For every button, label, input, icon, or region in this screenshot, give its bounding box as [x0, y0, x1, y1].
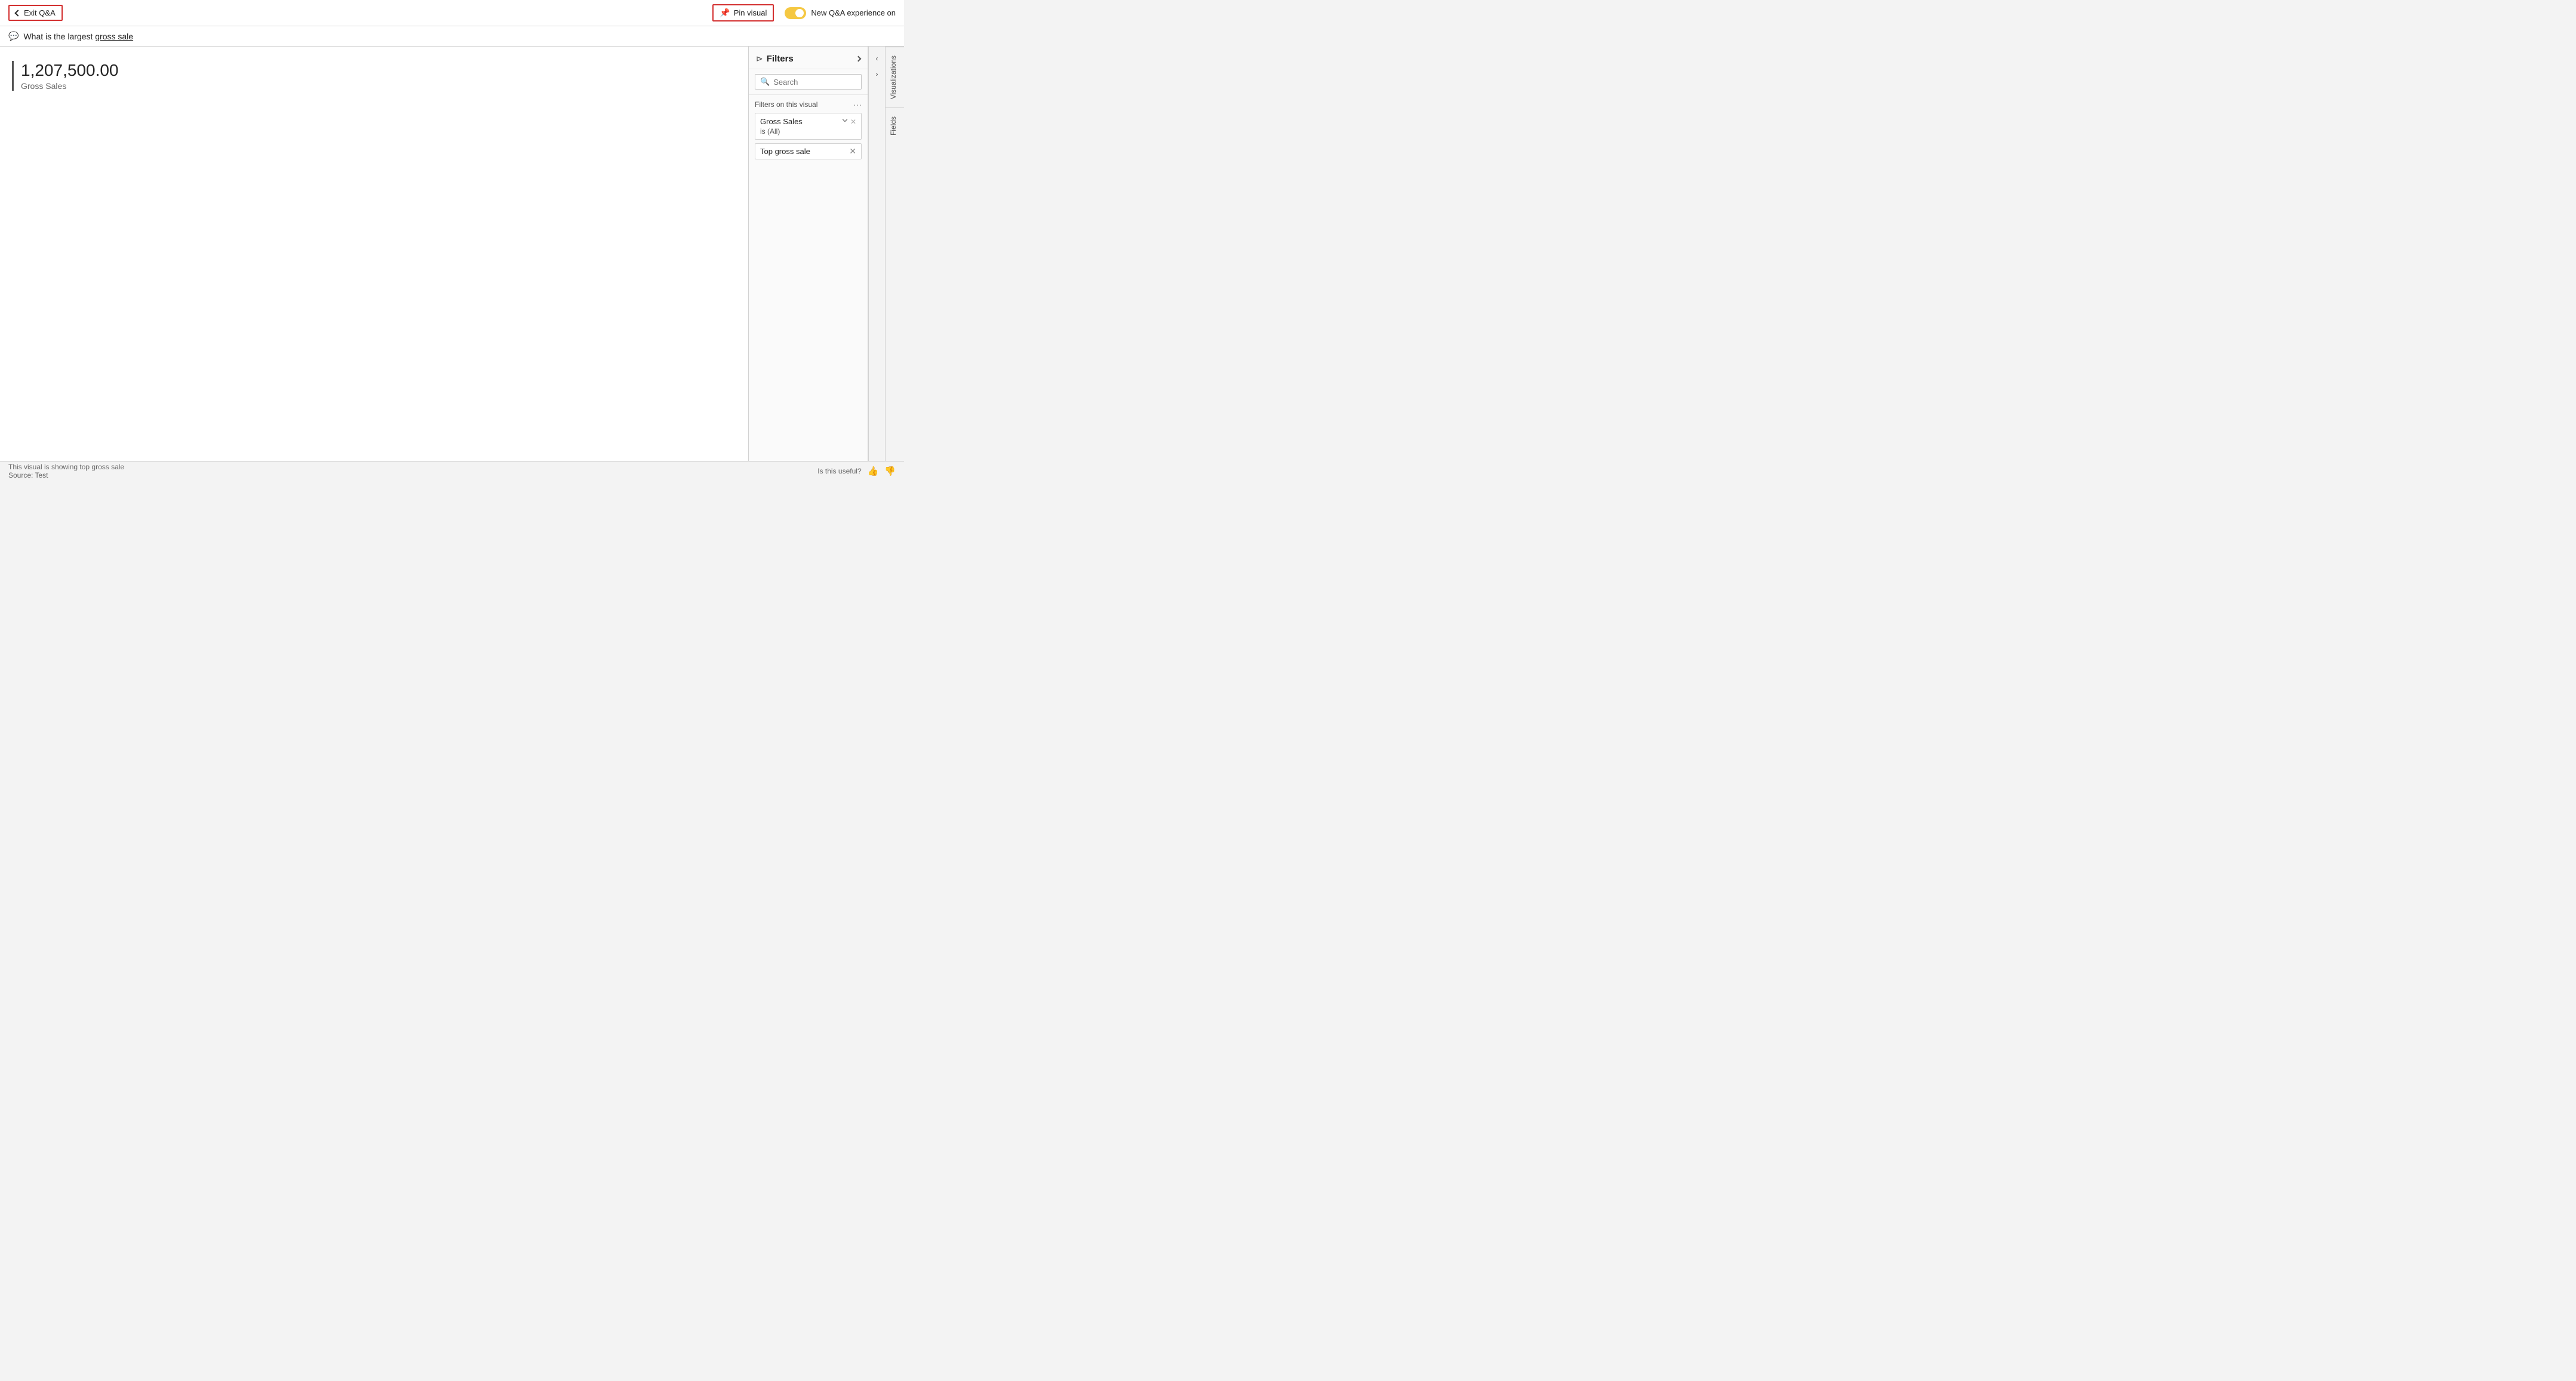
filter-clear-icon[interactable]: ✕ [850, 118, 856, 126]
filter-card-icons: ✕ [843, 118, 856, 126]
thumbs-up-button[interactable]: 👍 [868, 466, 879, 476]
qa-bar[interactable]: 💬 What is the largest gross sale [0, 26, 904, 47]
value-label: Gross Sales [21, 81, 736, 91]
filters-section: Filters on this visual ··· Gross Sales ✕… [749, 95, 868, 164]
filters-header: ⊳ Filters [749, 47, 868, 69]
filter-tag-label: Top gross sale [760, 147, 810, 156]
bottom-line2: Source: Test [8, 471, 124, 479]
side-tabs: Visualizations Fields [885, 47, 904, 461]
toggle-label: New Q&A experience on [811, 8, 896, 17]
value-display: 1,207,500.00 Gross Sales [12, 61, 736, 91]
filters-on-visual-label: Filters on this visual ··· [755, 100, 862, 109]
filters-search-area: 🔍 [749, 69, 868, 95]
visualizations-tab[interactable]: Visualizations [886, 47, 904, 107]
filter-tag-close-icon[interactable]: ✕ [849, 146, 856, 156]
thumbs-down-button[interactable]: 👎 [884, 466, 896, 476]
expand-panel-button[interactable]: › [870, 67, 884, 81]
exit-qa-button[interactable]: Exit Q&A [8, 5, 63, 21]
filter-dropdown-icon[interactable] [843, 116, 847, 121]
filter-card-header: Gross Sales ✕ [760, 117, 856, 126]
pin-visual-button[interactable]: 📌 Pin visual [712, 4, 774, 21]
filters-more-icon[interactable]: ··· [853, 100, 862, 109]
exit-qa-label: Exit Q&A [24, 8, 56, 17]
bottom-line1: This visual is showing top gross sale [8, 463, 124, 471]
toggle-thumb [795, 9, 804, 17]
visual-area: 1,207,500.00 Gross Sales [0, 47, 749, 461]
chevron-left-icon [14, 10, 21, 16]
filters-title: Filters [767, 54, 794, 64]
panel-arrows: ‹ › [868, 47, 885, 461]
filters-panel: ⊳ Filters 🔍 Filters on this visual ··· G… [749, 47, 868, 461]
top-bar: Exit Q&A 📌 Pin visual New Q&A experience… [0, 0, 904, 26]
feedback-label: Is this useful? [817, 467, 861, 475]
bottom-status: This visual is showing top gross sale So… [8, 463, 124, 479]
search-input[interactable] [773, 78, 856, 87]
filter-tag: Top gross sale ✕ [755, 143, 862, 159]
main-content: 1,207,500.00 Gross Sales ⊳ Filters 🔍 Fil… [0, 47, 904, 461]
fields-tab[interactable]: Fields [886, 107, 904, 144]
qa-underline-word: gross sale [95, 32, 133, 41]
filters-title-group: ⊳ Filters [756, 54, 794, 64]
pin-icon: 📌 [720, 8, 730, 18]
new-qa-toggle[interactable] [785, 7, 806, 19]
filters-on-visual-text: Filters on this visual [755, 100, 817, 109]
chat-icon: 💬 [8, 31, 19, 41]
filters-expand-icon[interactable] [856, 56, 862, 62]
top-bar-right: 📌 Pin visual New Q&A experience on [712, 4, 896, 21]
bottom-feedback: Is this useful? 👍 👎 [817, 466, 896, 476]
bottom-bar: This visual is showing top gross sale So… [0, 461, 904, 480]
toggle-area: New Q&A experience on [785, 7, 896, 19]
funnel-icon: ⊳ [756, 54, 763, 64]
search-box[interactable]: 🔍 [755, 74, 862, 90]
pin-visual-label: Pin visual [734, 8, 767, 17]
filter-card-sub: is (All) [760, 127, 856, 136]
gross-sales-filter-card[interactable]: Gross Sales ✕ is (All) [755, 113, 862, 140]
qa-query-text: What is the largest gross sale [23, 32, 133, 41]
search-icon: 🔍 [760, 77, 770, 87]
filter-card-name: Gross Sales [760, 117, 803, 126]
collapse-panel-button[interactable]: ‹ [870, 51, 884, 66]
value-number: 1,207,500.00 [21, 61, 736, 80]
